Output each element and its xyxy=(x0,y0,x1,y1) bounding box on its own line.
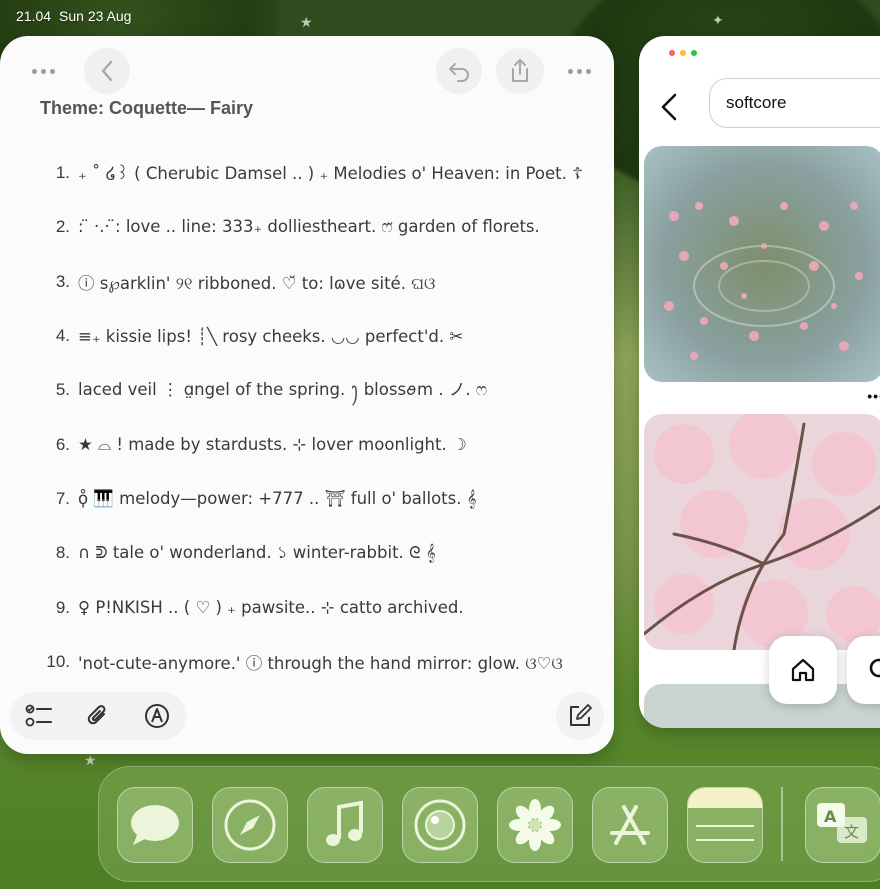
compose-button[interactable] xyxy=(556,692,604,740)
list-text: ϙ̊ 🎹 melody—power: +777 .. ⛩ full o' bal… xyxy=(78,488,477,508)
safari-icon xyxy=(224,799,276,851)
dock: A 文 xyxy=(98,766,880,882)
photos-icon xyxy=(509,799,561,851)
pin-back-button[interactable] xyxy=(659,92,685,124)
attach-button[interactable] xyxy=(81,699,115,733)
notes-toolbar xyxy=(0,48,614,94)
svg-text:文: 文 xyxy=(844,823,859,841)
list-text: ₊ ˚ ໒꒱ ( Cherubic Damsel .. ) ₊ Melodies… xyxy=(78,164,583,184)
list-item[interactable]: 5. laced veil ⋮ ɑ̤ngel of the spring. ꫂ b… xyxy=(28,363,598,417)
list-text: ★ ⌓ ! made by stardusts. ⊹ lover moonlig… xyxy=(78,434,467,454)
list-number: 6. xyxy=(55,434,70,454)
list-item[interactable]: 1. ₊ ˚ ໒꒱ ( Cherubic Damsel .. ) ₊ Melodi… xyxy=(28,146,598,200)
search-value: softcore xyxy=(726,93,787,112)
camera-app[interactable] xyxy=(402,787,478,863)
search-icon xyxy=(869,658,880,678)
chevron-left-icon xyxy=(661,93,677,121)
back-button[interactable] xyxy=(84,48,130,94)
pin-image-pond[interactable] xyxy=(644,146,880,382)
pin-more-button[interactable]: ••• xyxy=(867,388,880,404)
list-text: 'not-cute-anymore.' ⓘ through the hand m… xyxy=(78,653,563,673)
messages-app[interactable] xyxy=(117,787,193,863)
share-button[interactable] xyxy=(496,48,544,94)
app-store-icon xyxy=(610,805,650,845)
list-number: 2. xyxy=(55,217,70,237)
list-number: 1. xyxy=(55,163,70,183)
music-app[interactable] xyxy=(307,787,383,863)
window-controls[interactable] xyxy=(669,50,697,56)
translate-app[interactable]: A 文 xyxy=(805,787,880,863)
notes-icon xyxy=(688,788,762,841)
format-tool-group xyxy=(10,692,186,740)
notes-bottom-toolbar xyxy=(10,692,604,742)
note-more-button[interactable] xyxy=(556,48,602,94)
messages-icon xyxy=(131,805,179,845)
pin-image-blossom[interactable] xyxy=(644,414,880,650)
pin-image-partial[interactable] xyxy=(644,684,880,728)
list-text: ≡₊ kissie lips! ┊╲ rosy cheeks. ◡◡ perfe… xyxy=(78,326,464,346)
compose-icon xyxy=(570,704,592,726)
list-text: laced veil ⋮ ɑ̤ngel of the spring. ꫂ blo… xyxy=(78,379,488,399)
status-bar: 21.04 Sun 23 Aug xyxy=(16,8,131,24)
list-number: 7. xyxy=(55,488,70,508)
status-time: 21.04 xyxy=(16,8,52,24)
list-number: 9. xyxy=(55,597,70,617)
translate-icon: A 文 xyxy=(817,803,867,843)
notes-window: Theme: Coquette— Fairy 1. ₊ ˚ ໒꒱ ( Cherub… xyxy=(0,36,614,754)
list-item[interactable]: 3. ⓘ s℘arklin' ୨୧ ribboned. ♡̆ to: lɷve s… xyxy=(28,255,598,309)
share-icon xyxy=(512,59,528,82)
list-text: ⓘ s℘arklin' ୨୧ ribboned. ♡̆ to: lɷve sit… xyxy=(78,273,436,293)
list-number: 8. xyxy=(55,543,70,563)
safari-app[interactable] xyxy=(212,787,288,863)
undo-icon xyxy=(449,63,469,82)
list-item[interactable]: 8. ∩ ᕲ tale o' wonderland. ১ winter-rabbi… xyxy=(28,526,598,580)
minimize-dot-icon xyxy=(680,50,686,56)
list-number: 3. xyxy=(55,271,70,291)
chevron-left-icon xyxy=(101,60,113,82)
notes-app[interactable] xyxy=(687,787,763,863)
checklist-button[interactable] xyxy=(22,699,56,733)
list-number: 4. xyxy=(55,326,70,346)
camera-icon xyxy=(414,799,466,851)
home-icon xyxy=(791,658,815,682)
search-tab[interactable] xyxy=(847,636,880,704)
dock-divider xyxy=(781,787,783,861)
pinterest-window: softcore ••• xyxy=(639,36,880,728)
list-item[interactable]: 7. ϙ̊ 🎹 melody—power: +777 .. ⛩ full o' b… xyxy=(28,472,598,526)
list-text: ♀ P!NKISH .. ( ♡ ) ₊ pawsite.. ⊹ catto a… xyxy=(78,598,464,618)
list-item[interactable]: 10. 'not-cute-anymore.' ⓘ through the han… xyxy=(28,635,598,689)
more-dots-icon xyxy=(31,68,55,74)
status-date: Sun 23 Aug xyxy=(59,8,132,24)
checklist-icon xyxy=(25,704,53,727)
music-icon xyxy=(326,800,363,846)
photos-app[interactable] xyxy=(497,787,573,863)
window-menu-button[interactable] xyxy=(20,48,66,94)
note-title: Theme: Coquette— Fairy xyxy=(40,98,254,118)
list-text: : ̈ ·.· ̈: love .. line: 333₊ dolliesthe… xyxy=(78,217,540,237)
paperclip-icon xyxy=(87,705,106,725)
list-number: 5. xyxy=(55,380,70,400)
pen-circle-icon xyxy=(144,704,169,728)
app-store-app[interactable] xyxy=(592,787,668,863)
background-star: ★ xyxy=(84,752,97,768)
search-input[interactable]: softcore xyxy=(709,78,880,128)
background-star: ★ xyxy=(300,14,313,30)
background-star: ✦ xyxy=(712,12,724,28)
zoom-dot-icon xyxy=(691,50,697,56)
list-text: ∩ ᕲ tale o' wonderland. ১ winter-rabbit.… xyxy=(78,542,436,562)
close-dot-icon xyxy=(669,50,675,56)
undo-button[interactable] xyxy=(436,48,482,94)
markup-button[interactable] xyxy=(140,699,174,733)
svg-text:A: A xyxy=(824,807,837,826)
list-number: 10. xyxy=(46,651,70,671)
list-item[interactable]: 9. ♀ P!NKISH .. ( ♡ ) ₊ pawsite.. ⊹ catto… xyxy=(28,580,598,634)
note-list: 1. ₊ ˚ ໒꒱ ( Cherubic Damsel .. ) ₊ Melodi… xyxy=(28,146,598,689)
list-item[interactable]: 2. : ̈ ·.· ̈: love .. line: 333₊ dolliest… xyxy=(28,200,598,254)
home-tab[interactable] xyxy=(769,636,837,704)
more-dots-icon xyxy=(567,68,591,74)
list-item[interactable]: 6. ★ ⌓ ! made by stardusts. ⊹ lover moonl… xyxy=(28,417,598,471)
list-item[interactable]: 4. ≡₊ kissie lips! ┊╲ rosy cheeks. ◡◡ per… xyxy=(28,309,598,363)
